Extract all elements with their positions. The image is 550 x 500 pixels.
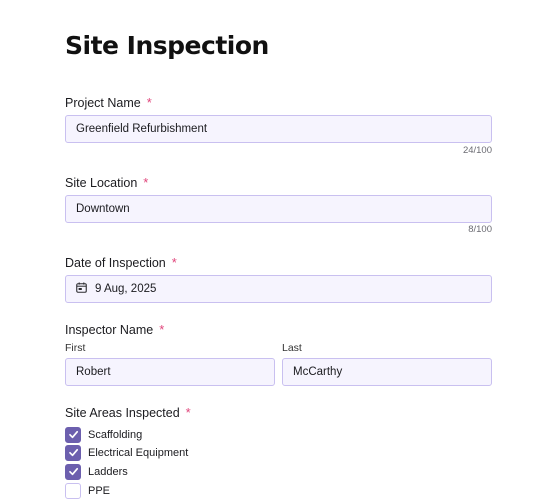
- required-asterisk: *: [185, 405, 191, 420]
- site-location-label-text: Site Location: [65, 176, 138, 190]
- checkbox-checked[interactable]: [65, 463, 81, 480]
- date-value: 9 Aug, 2025: [95, 283, 157, 295]
- inspector-name-label-text: Inspector Name: [65, 323, 154, 337]
- date-of-inspection-label: Date of Inspection *: [65, 255, 177, 270]
- required-asterisk: *: [143, 175, 149, 190]
- required-asterisk: *: [159, 322, 165, 337]
- checkbox-label: Ladders: [88, 465, 128, 478]
- project-name-label-text: Project Name: [65, 96, 141, 110]
- calendar-icon: [76, 277, 87, 293]
- site-areas-label-text: Site Areas Inspected: [65, 406, 180, 420]
- checkbox-checked[interactable]: [65, 444, 81, 461]
- site-areas-label: Site Areas Inspected *: [65, 405, 191, 420]
- checkbox-checked[interactable]: [65, 426, 81, 443]
- site-location-label: Site Location *: [65, 175, 148, 190]
- checkbox-ladders[interactable]: Ladders: [65, 463, 128, 480]
- date-of-inspection-input[interactable]: 9 Aug, 2025: [65, 275, 492, 303]
- project-name-input[interactable]: Greenfield Refurbishment: [65, 115, 492, 143]
- page-title: Site Inspection: [65, 31, 269, 60]
- inspector-name-label: Inspector Name *: [65, 322, 164, 337]
- checkbox-ppe[interactable]: PPE: [65, 482, 110, 499]
- project-name-label: Project Name *: [65, 95, 152, 110]
- site-location-input[interactable]: Downtown: [65, 195, 492, 223]
- required-asterisk: *: [171, 255, 177, 270]
- site-location-char-counter: 8/100: [468, 224, 492, 235]
- checkbox-label: PPE: [88, 484, 111, 497]
- required-asterisk: *: [146, 95, 152, 110]
- checkbox-label: Scaffolding: [88, 428, 143, 441]
- project-name-char-counter: 24/100: [462, 145, 492, 156]
- first-name-sublabel: First: [65, 342, 86, 354]
- checkbox-electrical-equipment[interactable]: Electrical Equipment: [65, 444, 188, 461]
- checkmark-icon: [68, 448, 78, 457]
- last-name-sublabel: Last: [282, 342, 302, 354]
- last-name-input[interactable]: McCarthy: [282, 358, 492, 386]
- checkbox-unchecked[interactable]: [65, 482, 81, 499]
- checkbox-scaffolding[interactable]: Scaffolding: [65, 426, 142, 443]
- checkmark-icon: [68, 430, 78, 439]
- checkbox-label: Electrical Equipment: [88, 446, 189, 459]
- checkmark-icon: [68, 467, 78, 476]
- first-name-input[interactable]: Robert: [65, 358, 275, 386]
- date-of-inspection-label-text: Date of Inspection: [65, 256, 166, 270]
